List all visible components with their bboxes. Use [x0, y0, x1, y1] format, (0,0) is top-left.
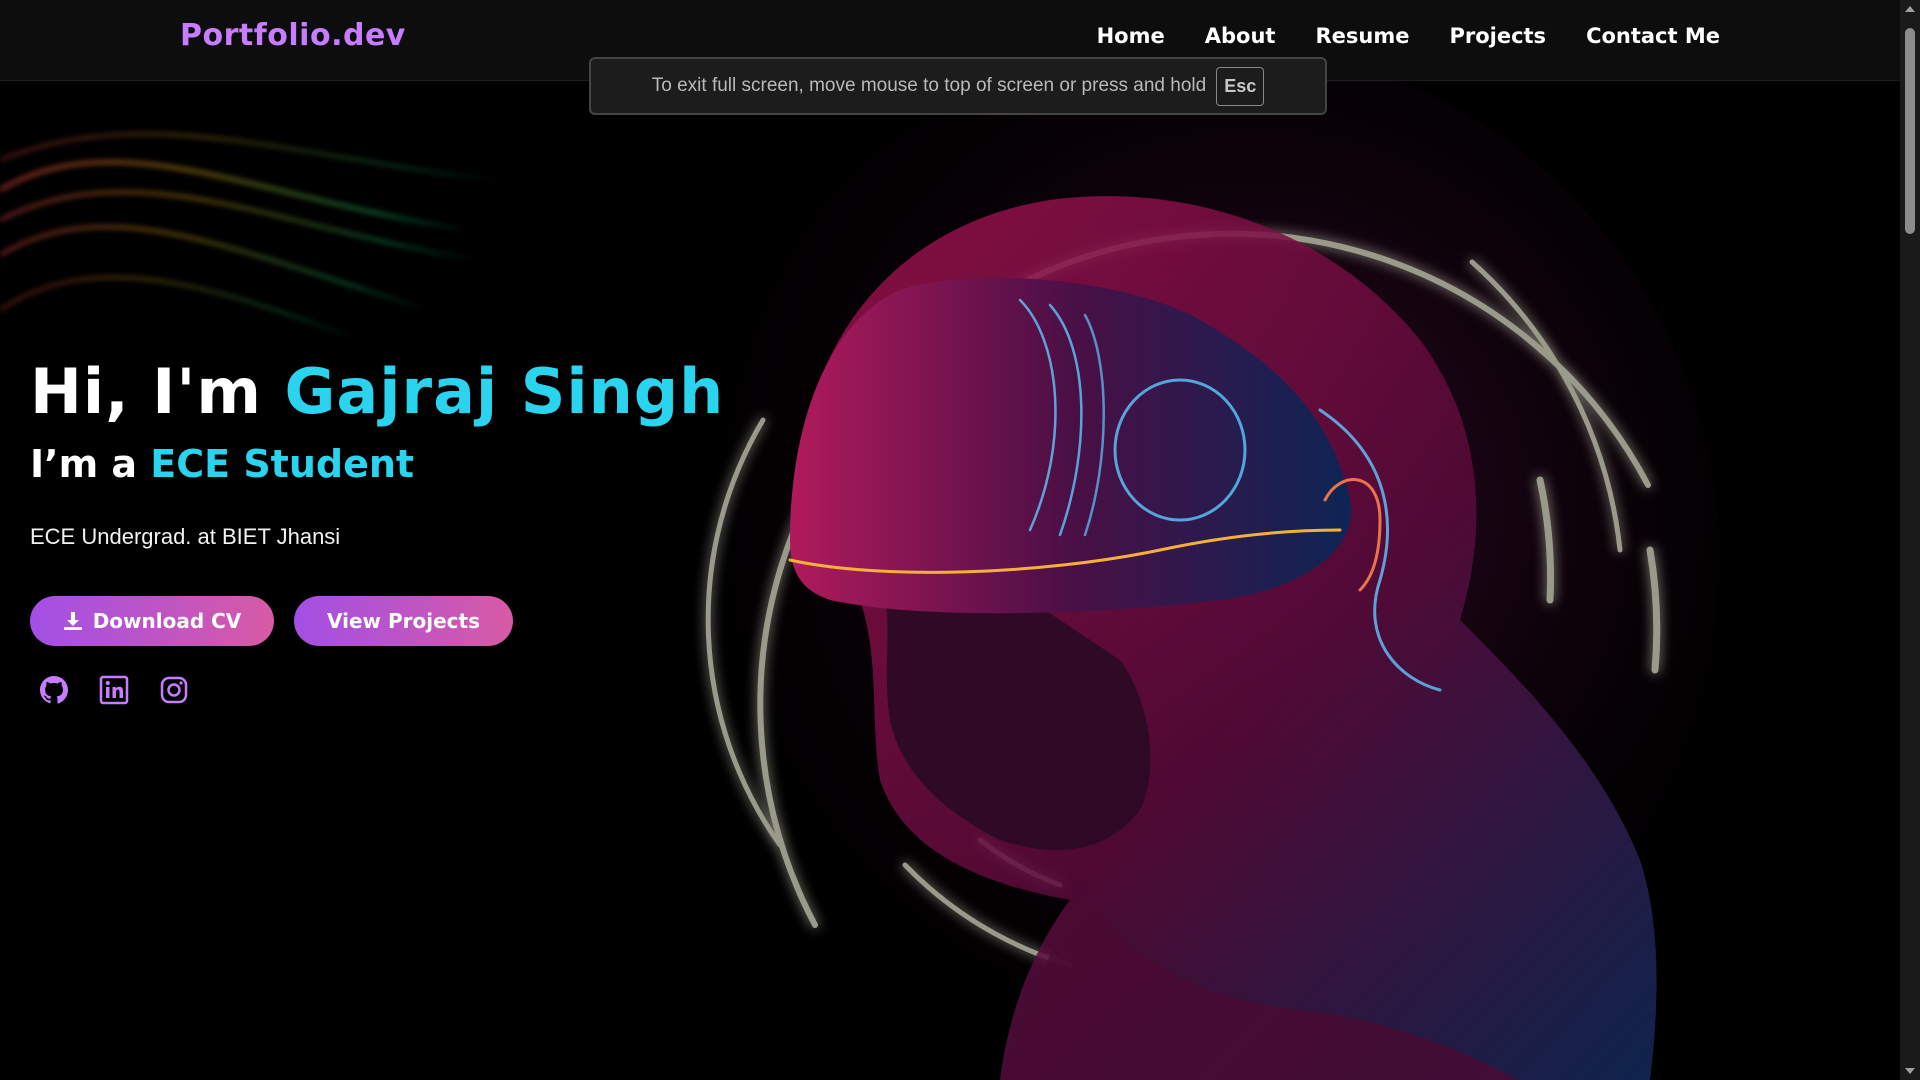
hero-role-prefix: I’m a: [30, 442, 151, 486]
hero-description: ECE Undergrad. at BIET Jhansi: [30, 524, 341, 549]
hero-title: Hi, I'm Gajraj Singh: [30, 355, 724, 428]
page: Portfolio.dev Home About Resume Projects…: [0, 0, 1900, 1080]
hero-section: Hi, I'm Gajraj Singh I’m a ECE Student E…: [30, 355, 724, 706]
site-logo[interactable]: Portfolio.dev: [180, 18, 406, 53]
vertical-scrollbar[interactable]: [1900, 0, 1920, 1080]
download-icon: [63, 612, 82, 630]
linkedin-icon: [99, 675, 129, 705]
nav-links: Home About Resume Projects Contact Me: [1097, 24, 1720, 48]
view-projects-button[interactable]: View Projects: [294, 596, 513, 646]
linkedin-link[interactable]: [98, 674, 130, 706]
nav-link-about[interactable]: About: [1205, 24, 1276, 48]
nav-link-contact[interactable]: Contact Me: [1586, 24, 1720, 48]
github-link[interactable]: [38, 674, 70, 706]
nav-link-resume[interactable]: Resume: [1315, 24, 1409, 48]
hero-role: ECE Student: [150, 442, 415, 486]
hero-subtitle: I’m a ECE Student: [30, 442, 724, 486]
scroll-up-arrow-icon[interactable]: [1900, 0, 1920, 18]
scrollbar-thumb[interactable]: [1905, 28, 1915, 234]
instagram-link[interactable]: [158, 674, 190, 706]
fullscreen-exit-notice: To exit full screen, move mouse to top o…: [589, 57, 1327, 115]
hero-buttons: Download CV View Projects: [30, 596, 724, 646]
instagram-icon: [160, 676, 188, 704]
social-links: [38, 674, 724, 706]
view-projects-label: View Projects: [327, 609, 480, 633]
nav-link-projects[interactable]: Projects: [1449, 24, 1546, 48]
fullscreen-notice-text: To exit full screen, move mouse to top o…: [651, 75, 1207, 96]
esc-key-badge: Esc: [1216, 66, 1265, 106]
github-icon: [40, 676, 68, 704]
download-cv-button[interactable]: Download CV: [30, 596, 274, 646]
scroll-down-arrow-icon[interactable]: [1900, 1062, 1920, 1080]
hero-greeting: Hi, I'm: [30, 355, 285, 428]
hero-name: Gajraj Singh: [284, 355, 725, 428]
download-cv-label: Download CV: [92, 609, 242, 633]
nav-link-home[interactable]: Home: [1097, 24, 1165, 48]
